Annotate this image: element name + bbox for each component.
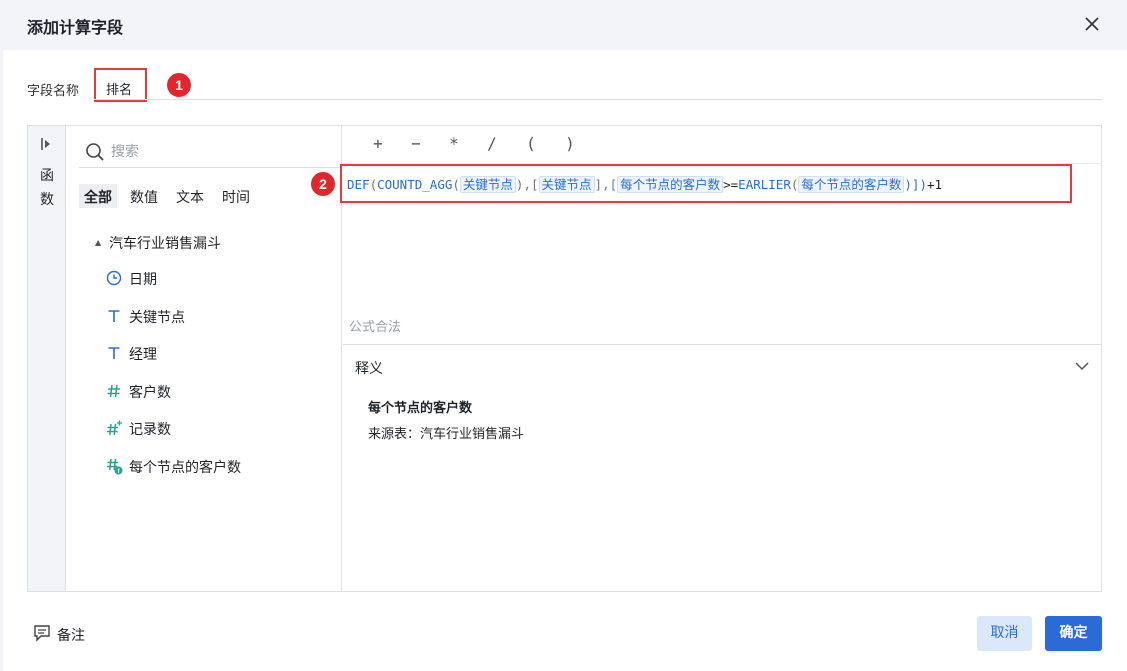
formula-function: DEF xyxy=(347,177,370,192)
operator-plus-button[interactable]: + xyxy=(368,134,388,153)
functions-label-line2: 数 xyxy=(40,192,54,208)
filter-tab-number[interactable]: 数值 xyxy=(125,184,163,208)
chevron-down-icon[interactable] xyxy=(1074,358,1090,374)
formula-function: COUNTD_AGG xyxy=(377,177,453,192)
formula-punct: ],[ xyxy=(594,177,618,192)
formula-function: EARLIER xyxy=(738,177,791,192)
number-plus-icon xyxy=(107,420,122,436)
annotation-badge-1: 1 xyxy=(167,73,191,97)
formula-field-token[interactable]: 每个节点的客户数 xyxy=(798,176,905,193)
formula-editor-area: + − * / ( ) DEF(COUNTD_AGG(关键节点),[关键节点],… xyxy=(340,126,1102,591)
tree-collapse-caret-icon[interactable]: ▲ xyxy=(95,238,101,247)
formula-field-token[interactable]: 关键节点 xyxy=(459,176,516,193)
dialog-title: 添加计算字段 xyxy=(27,18,124,37)
clock-icon xyxy=(106,270,122,286)
confirm-button[interactable]: 确定 xyxy=(1045,616,1102,651)
operator-toolbar: + − * / ( ) xyxy=(343,126,1102,164)
functions-label[interactable]: 函 数 xyxy=(38,164,56,212)
filter-tab-all[interactable]: 全部 xyxy=(79,184,117,208)
search-icon xyxy=(86,143,104,161)
collapse-panel-icon[interactable] xyxy=(39,136,55,152)
operator-divide-button[interactable]: / xyxy=(482,134,502,153)
operator-open-paren-button[interactable]: ( xyxy=(521,134,541,153)
operator-minus-button[interactable]: − xyxy=(406,134,426,153)
formula-punct: ( xyxy=(369,177,378,192)
tree-root-table[interactable]: 汽车行业销售漏斗 xyxy=(109,233,221,253)
filter-tab-text[interactable]: 文本 xyxy=(171,184,209,208)
functions-strip[interactable]: 函 数 xyxy=(28,126,66,591)
operator-close-paren-button[interactable]: ) xyxy=(560,134,580,153)
calculated-number-icon: f xyxy=(107,458,123,475)
field-list-panel: 全部 数值 文本 时间 ▲ 汽车行业销售漏斗 日期 关键节点 经理 xyxy=(67,126,342,591)
note-button[interactable]: 备注 xyxy=(57,625,85,645)
field-name-input[interactable]: 排名 xyxy=(94,68,147,102)
close-icon[interactable] xyxy=(1083,15,1101,33)
formula-panel: 函 数 全部 数值 文本 时间 ▲ 汽车行业销售漏斗 日期 关键节点 xyxy=(27,125,1102,592)
cancel-button[interactable]: 取消 xyxy=(977,616,1032,651)
functions-label-line1: 函 xyxy=(40,168,54,184)
field-name-underline xyxy=(94,99,1102,100)
field-name-label: 字段名称 xyxy=(27,84,80,99)
formula-status: 公式合法 xyxy=(349,320,402,335)
formula-tail: +1 xyxy=(926,177,943,192)
formula-field-token[interactable]: 关键节点 xyxy=(538,176,595,193)
explanation-title: 释义 xyxy=(355,361,383,377)
filter-tab-time[interactable]: 时间 xyxy=(217,184,255,208)
field-item-label: 关键节点 xyxy=(129,310,185,326)
formula-punct: )]) xyxy=(904,177,927,192)
field-item-label: 日期 xyxy=(129,272,157,288)
explanation-source: 来源表：汽车行业销售漏斗 xyxy=(368,427,525,442)
explanation-field-name: 每个节点的客户数 xyxy=(368,401,473,416)
window-edge xyxy=(0,50,3,671)
explanation-header[interactable]: 释义 xyxy=(343,344,1102,386)
formula-punct: ( xyxy=(452,177,460,192)
field-item-label: 经理 xyxy=(129,347,157,363)
annotation-badge-2: 2 xyxy=(311,172,335,196)
search-input[interactable] xyxy=(111,140,331,164)
note-icon[interactable] xyxy=(33,624,51,642)
formula-operator: >= xyxy=(723,177,739,192)
formula-field-token[interactable]: 每个节点的客户数 xyxy=(617,176,724,193)
field-item-label: 每个节点的客户数 xyxy=(129,460,241,476)
field-item-label: 记录数 xyxy=(129,422,171,438)
formula-input[interactable]: DEF(COUNTD_AGG(关键节点),[关键节点],[每个节点的客户数 >=E… xyxy=(340,164,1072,203)
dialog-header: 添加计算字段 xyxy=(0,0,1127,50)
text-type-icon xyxy=(108,310,120,322)
formula-punct: ),[ xyxy=(515,177,539,192)
number-type-icon xyxy=(107,384,120,398)
text-type-icon xyxy=(108,347,120,359)
field-item-label: 客户数 xyxy=(129,385,171,401)
operator-multiply-button[interactable]: * xyxy=(444,134,464,153)
search-underline xyxy=(79,167,341,168)
